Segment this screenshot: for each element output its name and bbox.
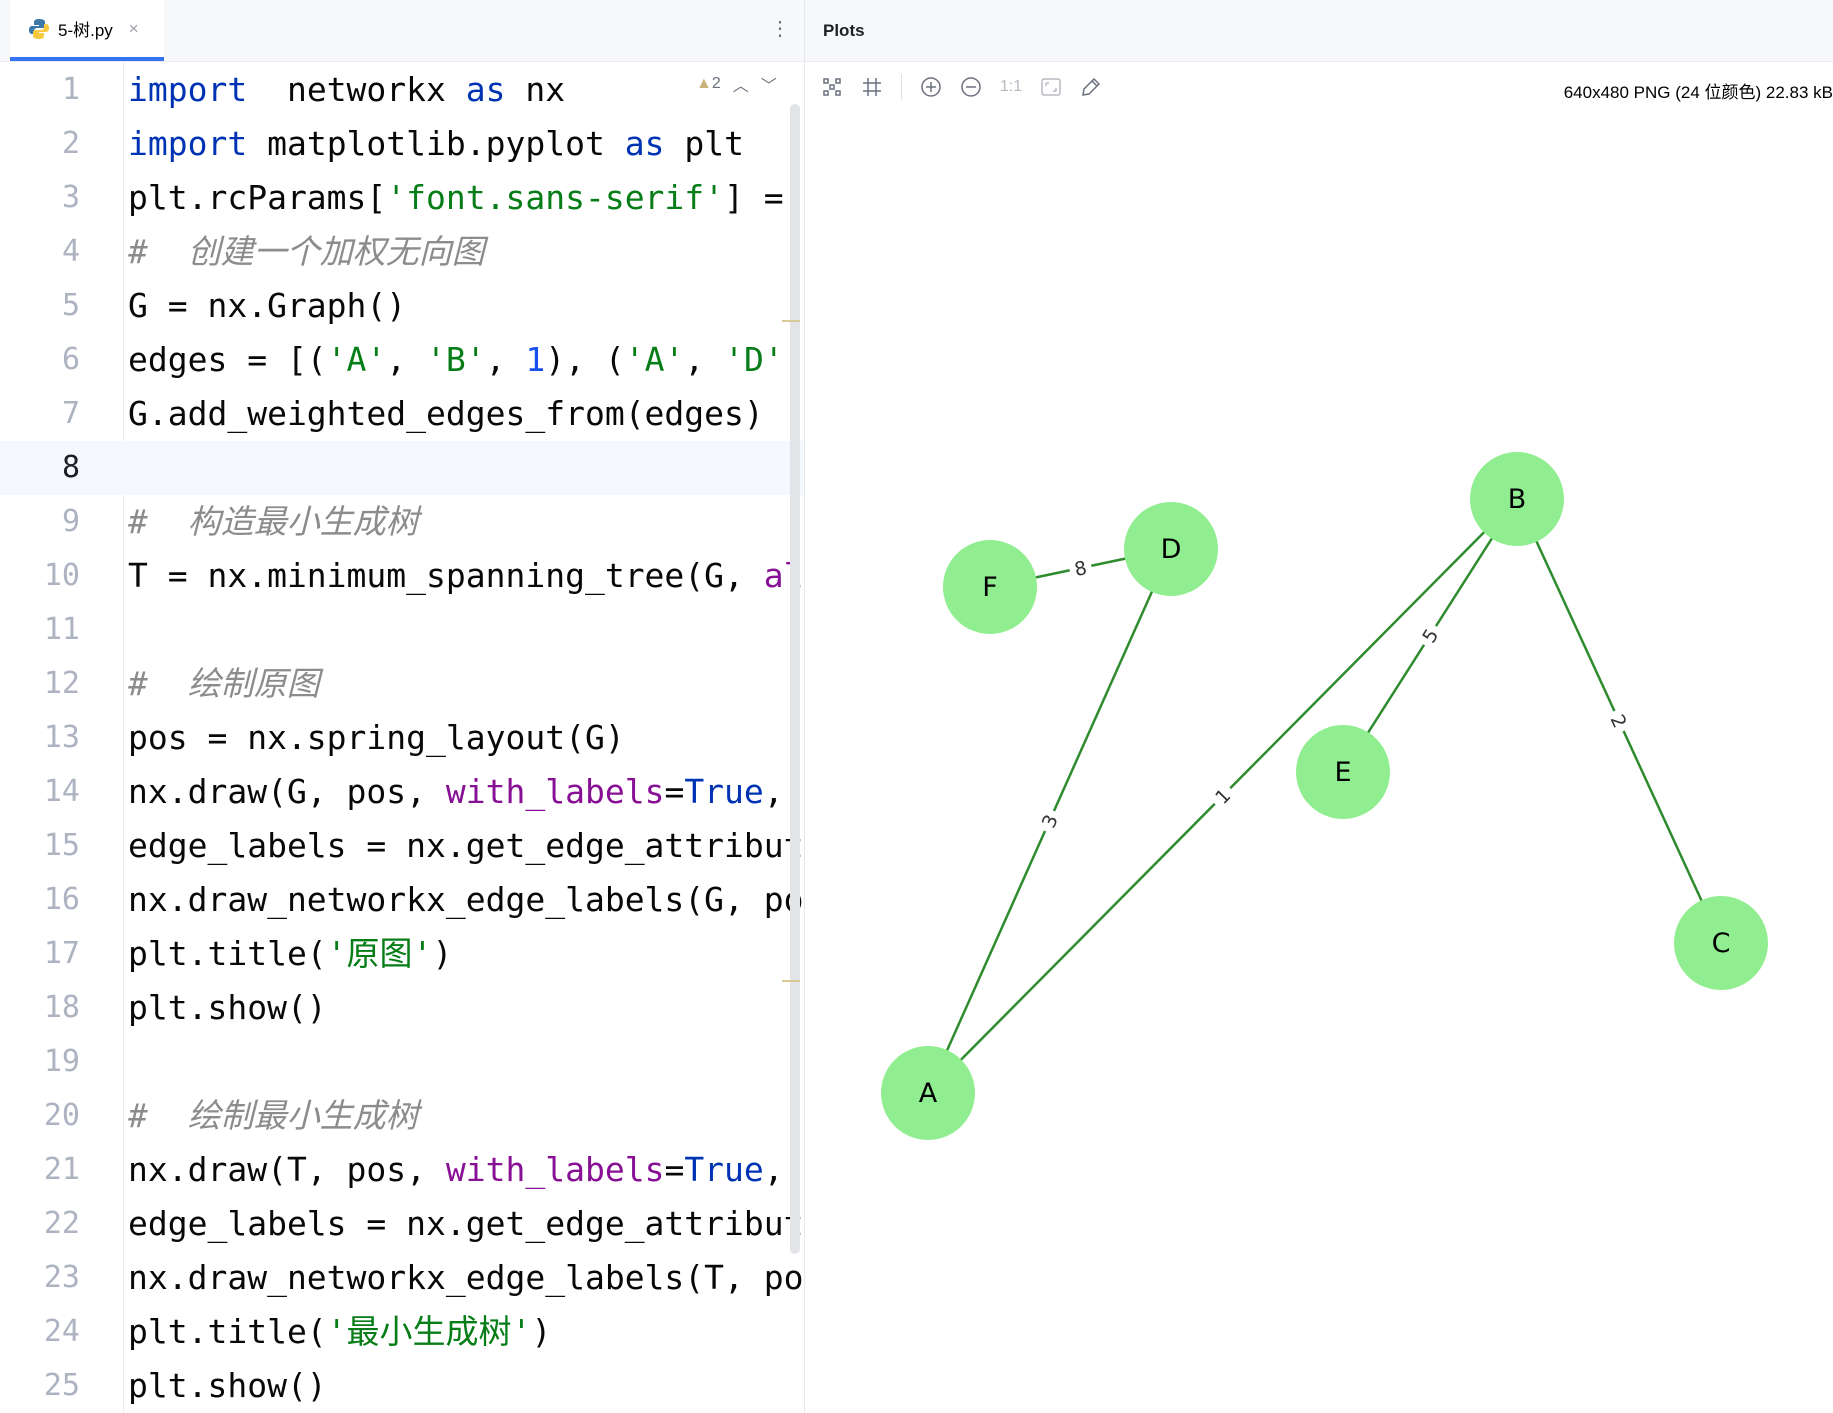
node-label: E [1334,757,1351,788]
node-label: A [919,1078,938,1109]
graph-plot: 83152ABCDEF [881,452,1768,1140]
node-label: F [982,572,998,603]
node-label: B [1508,484,1527,515]
node-label: D [1161,534,1182,565]
node-label: C [1712,928,1731,959]
